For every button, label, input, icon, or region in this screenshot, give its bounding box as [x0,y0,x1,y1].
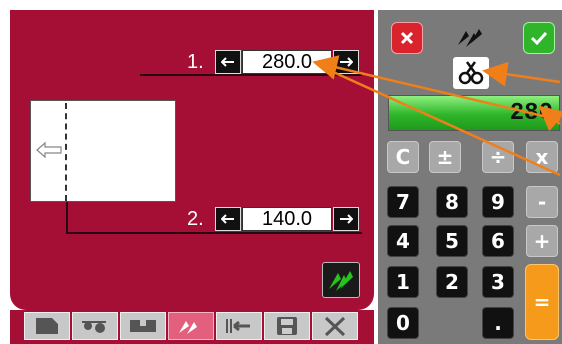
annotation-line-to-cut-1 [319,64,561,177]
annotation-arrows [312,55,562,177]
annotation-arrow-to-scissors [482,61,561,87]
annotation-arrow-to-cut-1 [312,55,561,122]
